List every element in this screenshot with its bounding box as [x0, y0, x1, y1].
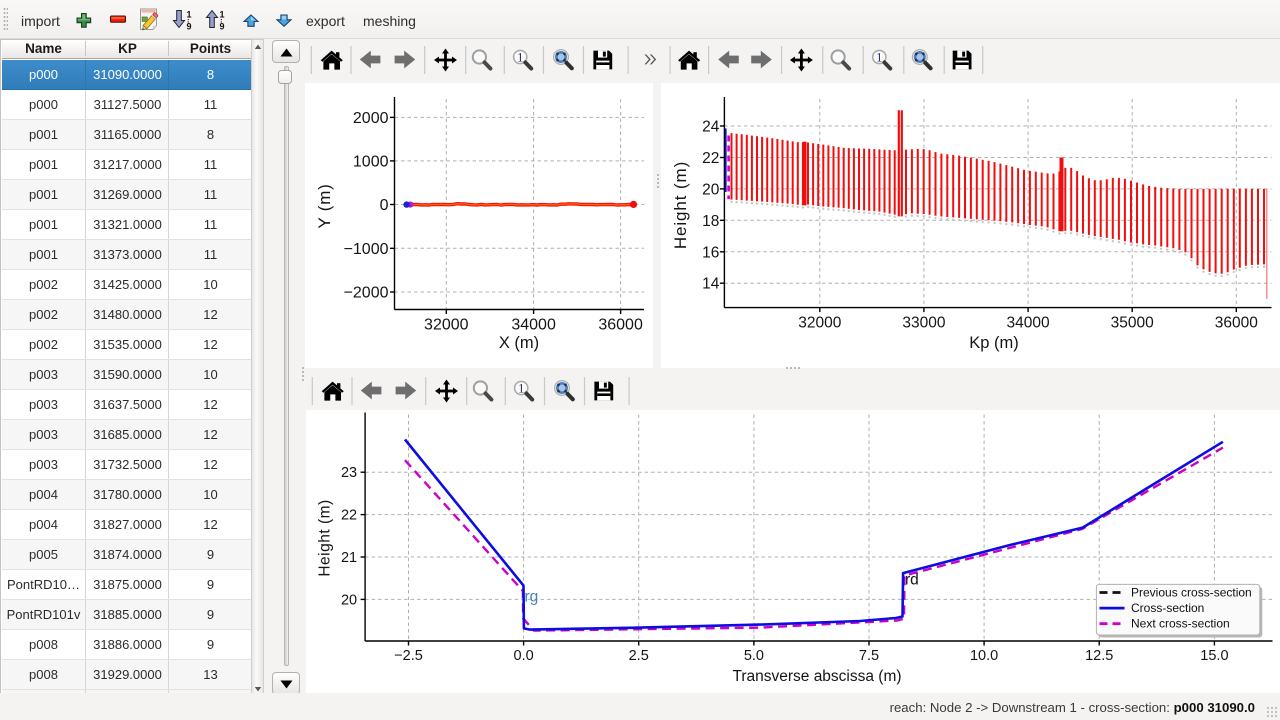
svg-text:Height (m): Height (m) [317, 499, 334, 576]
svg-text:Next cross-section: Next cross-section [1131, 617, 1230, 631]
svg-text:12.5: 12.5 [1085, 648, 1113, 664]
svg-text:−1000: −1000 [344, 241, 389, 258]
svg-text:33000: 33000 [902, 315, 945, 332]
svg-text:Previous cross-section: Previous cross-section [1131, 586, 1252, 600]
svg-text:24: 24 [702, 119, 720, 136]
svg-text:rd: rd [905, 572, 919, 589]
svg-text:34000: 34000 [1007, 315, 1050, 332]
svg-text:15.0: 15.0 [1200, 648, 1228, 664]
svg-text:5.0: 5.0 [744, 648, 764, 664]
svg-text:−2.5: −2.5 [394, 648, 423, 664]
svg-text:2.5: 2.5 [629, 648, 649, 664]
svg-text:22: 22 [702, 150, 719, 167]
svg-text:36000: 36000 [1215, 315, 1258, 332]
svg-text:14: 14 [702, 276, 720, 293]
svg-text:20: 20 [341, 592, 357, 608]
svg-text:0.0: 0.0 [514, 648, 534, 664]
svg-text:10.0: 10.0 [970, 648, 998, 664]
svg-text:22: 22 [341, 508, 357, 524]
svg-text:20: 20 [702, 181, 720, 198]
svg-text:1: 1 [220, 10, 225, 20]
svg-text:36000: 36000 [598, 317, 643, 334]
svg-text:34000: 34000 [511, 317, 556, 334]
svg-text:Height (m): Height (m) [671, 161, 690, 249]
svg-text:9: 9 [220, 22, 225, 32]
svg-text:rg: rg [525, 589, 539, 606]
svg-text:32000: 32000 [798, 315, 841, 332]
svg-text:X (m): X (m) [499, 334, 539, 352]
svg-text:35000: 35000 [1111, 315, 1154, 332]
svg-text:−2000: −2000 [344, 285, 389, 302]
svg-text:Transverse abscissa (m): Transverse abscissa (m) [732, 668, 901, 685]
svg-text:Cross-section: Cross-section [1131, 601, 1204, 615]
svg-text:Y (m): Y (m) [315, 183, 334, 228]
svg-text:7.5: 7.5 [859, 648, 879, 664]
svg-text:23: 23 [341, 465, 357, 481]
svg-text:21: 21 [341, 550, 357, 566]
svg-text:9: 9 [187, 22, 192, 32]
svg-text:16: 16 [702, 244, 719, 261]
svg-text:32000: 32000 [424, 317, 469, 334]
svg-text:1: 1 [187, 10, 192, 20]
svg-text:2000: 2000 [353, 110, 389, 127]
svg-text:Kp (m): Kp (m) [969, 334, 1019, 352]
svg-text:1000: 1000 [353, 153, 389, 170]
svg-text:0: 0 [380, 197, 389, 214]
svg-text:18: 18 [702, 213, 719, 230]
